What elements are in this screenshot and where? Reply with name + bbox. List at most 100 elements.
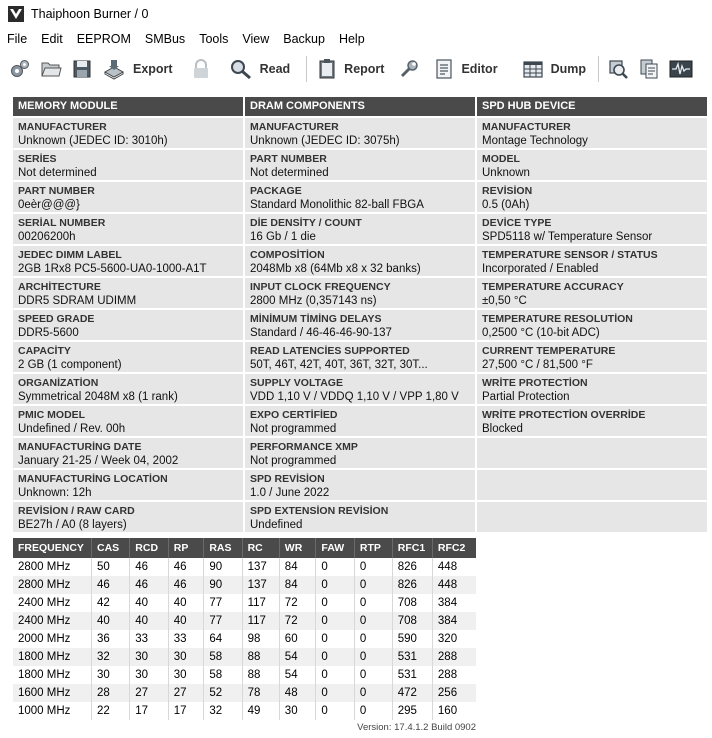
search-chip-button[interactable] — [607, 53, 629, 85]
timing-cell: 84 — [278, 558, 316, 576]
menu-file[interactable]: File — [0, 29, 34, 49]
timing-cell: 0 — [315, 684, 355, 702]
editor-button[interactable]: Editor — [434, 53, 498, 85]
timing-column-header[interactable]: RAS — [203, 538, 243, 558]
field-value: Standard / 46-46-46-90-137 — [250, 327, 392, 339]
timing-cell: 384 — [431, 594, 476, 612]
field-value: DDR5-5600 — [18, 327, 79, 339]
field-label: PMIC MODEL — [18, 409, 86, 421]
field-label: SERİES — [18, 153, 57, 165]
menu-eeprom[interactable]: EEPROM — [70, 29, 138, 49]
export-button[interactable]: Export — [102, 53, 173, 85]
table-row[interactable]: 2400 MHz 40 40 40 77 117 72 0 0 708 384 — [13, 612, 476, 630]
info-cell: PART NUMBER 0eèr@@@} — [13, 182, 243, 212]
timing-cell: 60 — [278, 630, 316, 648]
save-button[interactable] — [71, 53, 93, 85]
timing-cell: 2800 MHz — [13, 558, 92, 576]
save-disk-icon — [73, 60, 91, 78]
timing-cell: 30 — [129, 648, 169, 666]
field-value: Symmetrical 2048M x8 (1 rank) — [18, 391, 178, 403]
field-value: 2800 MHz (0,357143 ns) — [250, 295, 377, 307]
settings-button[interactable] — [9, 53, 31, 85]
open-button[interactable] — [40, 53, 62, 85]
timing-cell: 0 — [353, 666, 393, 684]
table-row[interactable]: 2000 MHz 36 33 33 64 98 60 0 0 590 320 — [13, 630, 476, 648]
timing-column-header[interactable]: RFC2 — [431, 538, 476, 558]
timing-cell: 0 — [315, 648, 355, 666]
timing-cell: 2400 MHz — [13, 612, 92, 630]
timing-column-header[interactable]: RC — [241, 538, 280, 558]
timing-column-header[interactable]: RP — [167, 538, 204, 558]
timing-cell: 33 — [167, 630, 204, 648]
info-cell: SERİAL NUMBER 00206200h — [13, 214, 243, 244]
field-label: TEMPERATURE SENSOR / STATUS — [482, 249, 658, 261]
timing-column-header[interactable]: FAW — [315, 538, 355, 558]
timing-column-header[interactable]: WR — [278, 538, 316, 558]
menu-view[interactable]: View — [235, 29, 276, 49]
info-cell: TEMPERATURE RESOLUTİON 0,2500 °C (10-bit … — [477, 310, 707, 340]
timing-cell: 42 — [90, 594, 130, 612]
timing-cell: 295 — [391, 702, 433, 720]
info-cell: SPD REVİSİON 1.0 / June 2022 — [245, 470, 475, 500]
field-value: VDD 1,10 V / VDDQ 1,10 V / VPP 1,80 V — [250, 391, 459, 403]
timing-cell: 28 — [90, 684, 130, 702]
info-cell: CAPACİTY 2 GB (1 component) — [13, 342, 243, 372]
table-row[interactable]: 1800 MHz 30 30 30 58 88 54 0 0 531 288 — [13, 666, 476, 684]
timing-cell: 46 — [167, 558, 204, 576]
menu-help[interactable]: Help — [332, 29, 372, 49]
timing-cell: 46 — [129, 558, 169, 576]
timing-cell: 40 — [129, 612, 169, 630]
timing-cell: 708 — [391, 594, 433, 612]
timing-cell: 472 — [391, 684, 433, 702]
timing-column-header[interactable]: FREQUENCY — [13, 538, 92, 558]
field-label: SUPPLY VOLTAGE — [250, 377, 343, 389]
menu-smbus[interactable]: SMBus — [138, 29, 192, 49]
timing-cell: 0 — [353, 702, 393, 720]
dram-components-column: DRAM COMPONENTS MANUFACTURER Unknown (JEDE… — [245, 97, 475, 532]
timing-cell: 0 — [353, 630, 393, 648]
table-row[interactable]: 1800 MHz 32 30 30 58 88 54 0 0 531 288 — [13, 648, 476, 666]
lock-button[interactable] — [191, 53, 211, 85]
table-row[interactable]: 1600 MHz 28 27 27 52 78 48 0 0 472 256 — [13, 684, 476, 702]
timing-cell: 137 — [241, 558, 280, 576]
info-cell: INPUT CLOCK FREQUENCY 2800 MHz (0,357143 … — [245, 278, 475, 308]
timing-cell: 46 — [129, 576, 169, 594]
timing-cell: 40 — [90, 612, 130, 630]
field-label: MANUFACTURİNG DATE — [18, 441, 142, 453]
timing-column-header[interactable]: CAS — [90, 538, 130, 558]
timing-cell: 708 — [391, 612, 433, 630]
copy-button[interactable] — [638, 53, 660, 85]
timing-column-header[interactable]: RTP — [353, 538, 393, 558]
field-label: WRİTE PROTECTİON — [482, 377, 588, 389]
info-cell: JEDEC DIMM LABEL 2GB 1Rx8 PC5-5600-UA0-10… — [13, 246, 243, 276]
timing-cell: 30 — [167, 666, 204, 684]
timing-cell: 77 — [203, 612, 243, 630]
tools-button[interactable] — [398, 53, 420, 85]
info-cell: WRİTE PROTECTİON Partial Protection — [477, 374, 707, 404]
table-row[interactable]: 2800 MHz 46 46 46 90 137 84 0 0 826 448 — [13, 576, 476, 594]
timing-column-header[interactable]: RFC1 — [391, 538, 433, 558]
field-label: ORGANİZATİON — [18, 377, 99, 389]
menu-backup[interactable]: Backup — [276, 29, 332, 49]
oscilloscope-button[interactable] — [669, 53, 693, 85]
timing-cell: 27 — [129, 684, 169, 702]
field-value: Not determined — [18, 167, 97, 179]
timing-cell: 1600 MHz — [13, 684, 92, 702]
field-value: 27,500 °C / 81,500 °F — [482, 359, 593, 371]
field-label: TEMPERATURE RESOLUTİON — [482, 313, 633, 325]
timing-cell: 72 — [278, 612, 316, 630]
menu-edit[interactable]: Edit — [34, 29, 70, 49]
menu-tools[interactable]: Tools — [192, 29, 235, 49]
timing-cell: 0 — [315, 612, 355, 630]
field-label: DİE DENSİTY / COUNT — [250, 217, 362, 229]
table-row[interactable]: 1000 MHz 22 17 17 32 49 30 0 0 295 160 — [13, 702, 476, 720]
timing-cell: 54 — [278, 666, 316, 684]
timing-column-header[interactable]: RCD — [129, 538, 169, 558]
export-label: Export — [133, 62, 173, 76]
report-button[interactable]: Report — [317, 53, 384, 85]
read-button[interactable]: Read — [229, 53, 290, 85]
table-row[interactable]: 2800 MHz 50 46 46 90 137 84 0 0 826 448 — [13, 558, 476, 576]
table-row[interactable]: 2400 MHz 42 40 40 77 117 72 0 0 708 384 — [13, 594, 476, 612]
dump-button[interactable]: Dump — [522, 53, 586, 85]
timing-cell: 40 — [167, 612, 204, 630]
